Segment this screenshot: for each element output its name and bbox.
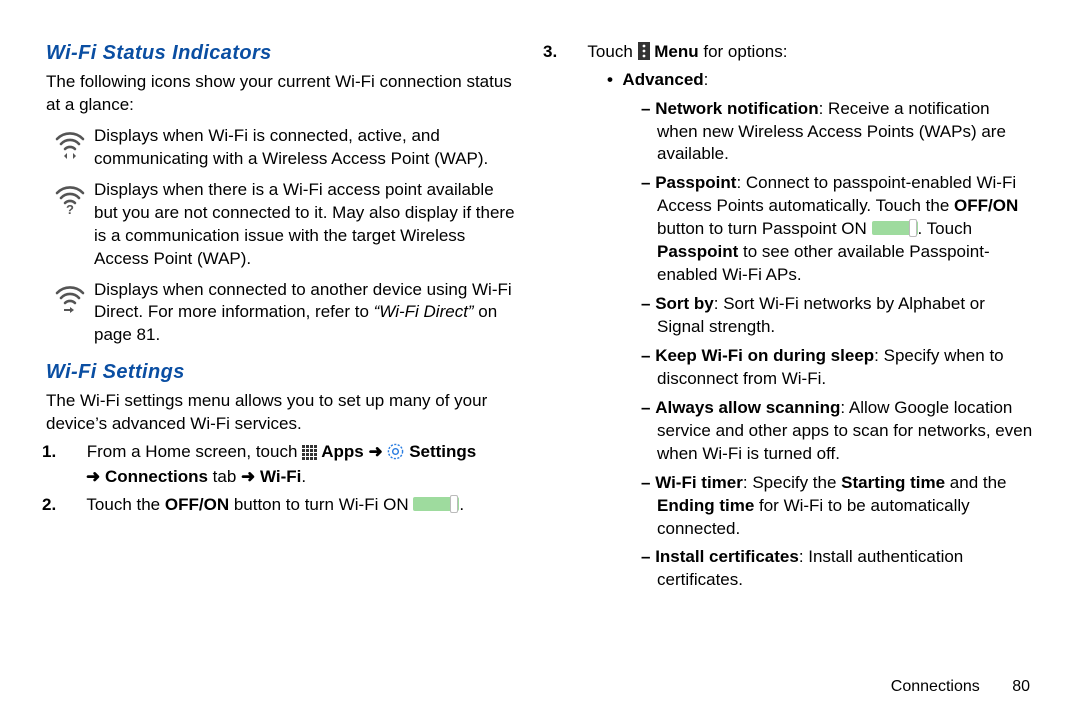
step-1-period: . — [301, 467, 306, 486]
indicator-row-available: ? Displays when there is a Wi-Fi access … — [46, 179, 515, 271]
right-column: 3. Touch Menu for options: Advanced: – N… — [565, 36, 1034, 598]
options-bullet-list: Advanced: – Network notification: Receiv… — [607, 69, 1034, 593]
offon-label-2: OFF/ON — [954, 196, 1018, 215]
tab-text: tab — [208, 467, 241, 486]
step-1: 1. From a Home screen, touch Apps ➜ — [64, 440, 515, 489]
passpoint-c: . Touch — [918, 219, 973, 238]
indicator-text-1: Displays when Wi-Fi is connected, active… — [94, 125, 515, 171]
step-3-text-a: Touch — [587, 42, 637, 61]
arrow-1: ➜ — [368, 442, 382, 461]
netnotif-label: Network notification — [655, 99, 818, 118]
step-2-number: 2. — [64, 493, 82, 518]
subheading-wifi-settings: Wi-Fi Settings — [46, 361, 515, 384]
page-footer: Connections 80 — [891, 678, 1030, 696]
step-3-number: 3. — [565, 40, 583, 65]
offon-label-1: OFF/ON — [165, 495, 229, 514]
starting-time-label: Starting time — [841, 473, 945, 492]
footer-section: Connections — [891, 678, 980, 695]
indicator-text-2: Displays when there is a Wi-Fi access po… — [94, 179, 515, 271]
item-network-notification: – Network notification: Receive a notifi… — [641, 98, 1034, 167]
advanced-sublist: – Network notification: Receive a notifi… — [641, 98, 1034, 593]
sortby-label: Sort by — [655, 294, 714, 313]
item-sort-by: – Sort by: Sort Wi-Fi networks by Alphab… — [641, 293, 1034, 339]
passpoint-label: Passpoint — [655, 173, 736, 192]
wifi-label: Wi-Fi — [260, 467, 301, 486]
step-3: 3. Touch Menu for options: Advanced: – N… — [565, 40, 1034, 592]
wifi-question-icon: ? — [46, 179, 94, 215]
steps-list: 1. From a Home screen, touch Apps ➜ — [64, 440, 515, 518]
item-install-certificates: – Install certificates: Install authenti… — [641, 546, 1034, 592]
wifi-direct-icon — [46, 279, 94, 315]
apps-grid-icon — [302, 445, 317, 460]
manual-page: Wi-Fi Status Indicators The following ic… — [0, 0, 1080, 720]
step-2-text-b: button to turn Wi-Fi ON — [229, 495, 413, 514]
two-column-layout: Wi-Fi Status Indicators The following ic… — [46, 36, 1034, 598]
allowscan-label: Always allow scanning — [655, 398, 840, 417]
svg-text:?: ? — [66, 202, 74, 215]
toggle-on-icon — [413, 495, 459, 513]
passpoint-label-2: Passpoint — [657, 242, 738, 261]
ending-time-label: Ending time — [657, 496, 754, 515]
step-1-text-a: From a Home screen, touch — [87, 442, 302, 461]
menu-overflow-icon — [638, 42, 650, 60]
certs-label: Install certificates — [655, 547, 799, 566]
left-column: Wi-Fi Status Indicators The following ic… — [46, 36, 515, 598]
passpoint-b: button to turn Passpoint ON — [657, 219, 872, 238]
subheading-status-indicators: Wi-Fi Status Indicators — [46, 42, 515, 65]
keepon-label: Keep Wi-Fi on during sleep — [655, 346, 874, 365]
wifi-direct-ref: “Wi-Fi Direct” — [374, 302, 474, 321]
step-1-number: 1. — [64, 440, 82, 465]
timer-label: Wi-Fi timer — [655, 473, 743, 492]
footer-page-number: 80 — [1012, 678, 1030, 695]
advanced-item: Advanced: – Network notification: Receiv… — [607, 69, 1034, 593]
step-2: 2. Touch the OFF/ON button to turn Wi-Fi… — [64, 493, 515, 518]
step-3-text-b: for options: — [699, 42, 788, 61]
step-2-period: . — [459, 495, 464, 514]
timer-a: : Specify the — [743, 473, 841, 492]
settings-label: Settings — [404, 442, 476, 461]
item-passpoint: – Passpoint: Connect to passpoint-enable… — [641, 172, 1034, 287]
intro-text-1: The following icons show your current Wi… — [46, 71, 515, 117]
item-keep-on-sleep: – Keep Wi-Fi on during sleep: Specify wh… — [641, 345, 1034, 391]
intro-text-2: The Wi-Fi settings menu allows you to se… — [46, 390, 515, 436]
indicator-row-direct: Displays when connected to another devic… — [46, 279, 515, 348]
arrow-2: ➜ — [86, 467, 100, 486]
steps-list-cont: 3. Touch Menu for options: Advanced: – N… — [565, 40, 1034, 592]
menu-label: Menu — [650, 42, 699, 61]
toggle-on-icon-2 — [872, 219, 918, 237]
connections-label: Connections — [105, 467, 208, 486]
advanced-label: Advanced — [622, 70, 703, 89]
timer-b: and the — [945, 473, 1006, 492]
indicator-row-connected: Displays when Wi-Fi is connected, active… — [46, 125, 515, 171]
indicator-text-3: Displays when connected to another devic… — [94, 279, 515, 348]
settings-gear-icon — [387, 443, 404, 460]
advanced-colon: : — [704, 70, 709, 89]
wifi-active-icon — [46, 125, 94, 161]
item-wifi-timer: – Wi-Fi timer: Specify the Starting time… — [641, 472, 1034, 541]
arrow-3: ➜ — [241, 467, 255, 486]
apps-label: Apps — [317, 442, 364, 461]
step-2-text-a: Touch the — [86, 495, 164, 514]
item-allow-scanning: – Always allow scanning: Allow Google lo… — [641, 397, 1034, 466]
